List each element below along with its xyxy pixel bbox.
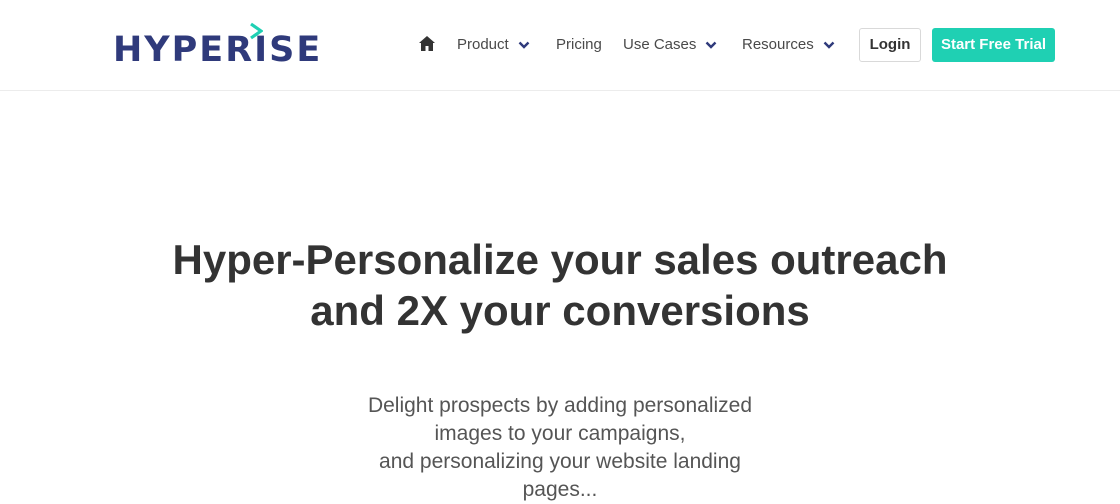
nav-item-resources[interactable]: Resources	[742, 35, 835, 55]
nav-item-label: Pricing	[556, 36, 602, 53]
hero-title: Hyper-Personalize your sales outreach an…	[0, 234, 1120, 336]
hero-subtitle-line: and personalizing your website landing	[379, 450, 741, 473]
nav-item-label: Resources	[742, 36, 814, 53]
nav-item-pricing[interactable]: Pricing	[556, 35, 602, 55]
hero-subtitle-line: Delight prospects by adding personalized	[367, 394, 753, 417]
site-header: HYPERISE Product Pricing Use Cases Resou…	[0, 0, 1120, 91]
nav-item-product[interactable]: Product	[457, 35, 530, 55]
chevron-down-icon	[706, 41, 717, 49]
hero-title-line-1: Hyper-Personalize your sales outreach	[172, 236, 948, 283]
hero-title-line-2: and 2X your conversions	[310, 287, 810, 334]
logo-wordmark: HYPERISE	[113, 30, 323, 70]
nav-item-label: Use Cases	[623, 36, 697, 53]
login-button[interactable]: Login	[859, 28, 921, 62]
hero-subtitle: Delight prospects by adding personalized…	[0, 392, 1120, 504]
home-icon[interactable]	[418, 35, 436, 52]
chevron-down-icon	[823, 41, 835, 49]
start-free-trial-button[interactable]: Start Free Trial	[932, 28, 1055, 62]
hero-subtitle-line: images to your campaigns,	[434, 422, 686, 445]
nav-item-label: Product	[457, 36, 509, 53]
chevron-down-icon	[518, 41, 530, 49]
hyperise-logo[interactable]: HYPERISE	[113, 22, 320, 70]
nav-item-use-cases[interactable]: Use Cases	[623, 35, 717, 55]
